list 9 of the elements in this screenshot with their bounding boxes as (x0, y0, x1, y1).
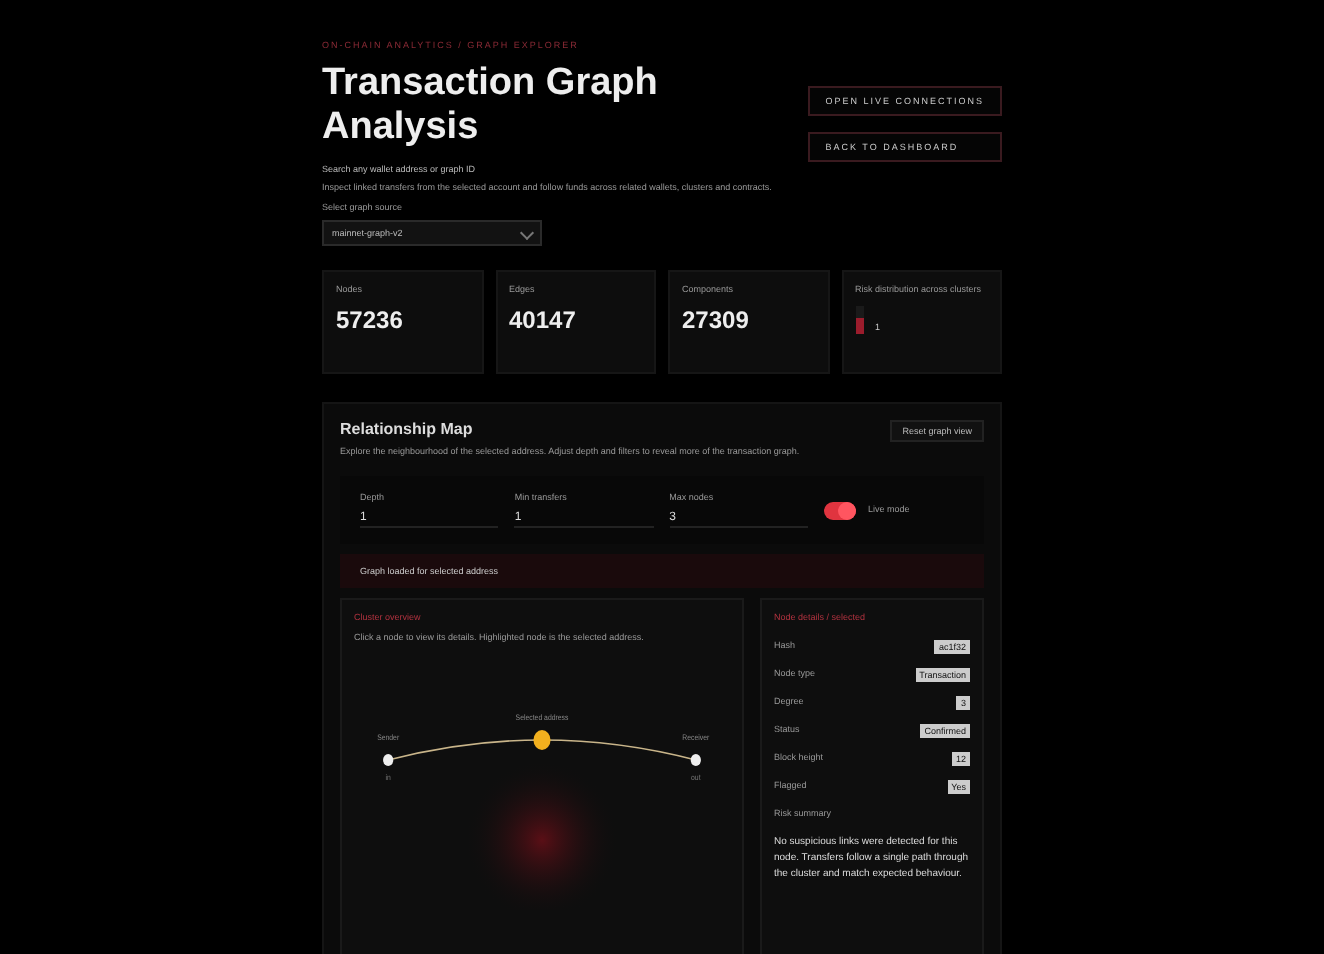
stat-value: 27309 (682, 306, 751, 335)
node[interactable] (533, 730, 551, 751)
panel-title: Relationship Map (340, 419, 475, 438)
page-title: Transaction Graph Analysis (322, 62, 660, 150)
stat-value: 57236 (336, 306, 405, 335)
stat-value: 40147 (509, 306, 578, 335)
toggle-switch[interactable] (824, 501, 856, 520)
node[interactable] (383, 754, 394, 767)
node[interactable] (690, 754, 701, 767)
